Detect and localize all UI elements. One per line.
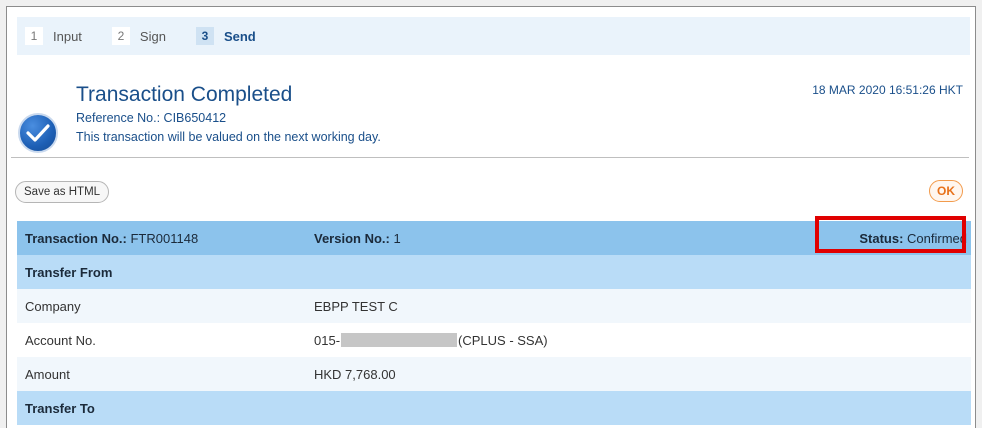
section-transfer-from: Transfer From	[17, 255, 971, 289]
section-title: Transfer To	[25, 400, 95, 416]
table-row: Account No. 015- (CPLUS - SSA)	[17, 323, 971, 357]
masked-account-number	[341, 333, 458, 347]
account-suffix: (CPLUS - SSA)	[458, 332, 548, 348]
progress-steps: 1 Input 2 Sign 3 Send	[17, 17, 970, 55]
step-sign: 2 Sign	[111, 27, 166, 45]
step-label: Send	[223, 28, 256, 44]
section-transfer-to: Transfer To	[17, 391, 971, 425]
company-label: Company	[25, 298, 81, 314]
step-send: 3 Send	[195, 27, 256, 45]
account-prefix: 015-	[314, 332, 341, 348]
step-label: Input	[53, 28, 82, 44]
table-row: Amount HKD 7,768.00	[17, 357, 971, 391]
company-value: EBPP TEST C	[314, 298, 398, 314]
account-value: 015- (CPLUS - SSA)	[314, 333, 548, 348]
amount-value: HKD 7,768.00	[314, 366, 396, 382]
transaction-number: Transaction No.: FTR001148	[25, 231, 198, 246]
transaction-panel: 1 Input 2 Sign 3 Send Transaction Comple…	[6, 6, 976, 428]
success-check-icon	[18, 113, 58, 153]
version-label: Version No.:	[314, 230, 390, 246]
step-label: Sign	[139, 28, 166, 44]
section-title: Transfer From	[25, 264, 113, 280]
step-number: 3	[195, 27, 214, 45]
account-label: Account No.	[25, 332, 96, 348]
timestamp: 18 MAR 2020 16:51:26 HKT	[812, 83, 963, 97]
ok-button[interactable]: OK	[929, 180, 963, 202]
save-as-html-button[interactable]: Save as HTML	[15, 181, 110, 203]
step-number: 2	[111, 27, 130, 45]
value-date-note: This transaction will be valued on the n…	[76, 130, 381, 144]
version-number: Version No.: 1	[314, 231, 401, 246]
divider	[11, 157, 969, 158]
transaction-number-label: Transaction No.:	[25, 230, 127, 246]
step-number: 1	[25, 27, 43, 45]
table-row: Company EBPP TEST C	[17, 289, 971, 323]
reference-number: Reference No.: CIB650412	[76, 111, 227, 125]
status-highlight-box	[815, 216, 966, 253]
amount-label: Amount	[25, 366, 70, 382]
page-title: Transaction Completed	[76, 83, 293, 106]
version-value: 1	[393, 230, 401, 246]
step-input: 1 Input	[25, 27, 82, 45]
transaction-number-value: FTR001148	[130, 230, 199, 246]
